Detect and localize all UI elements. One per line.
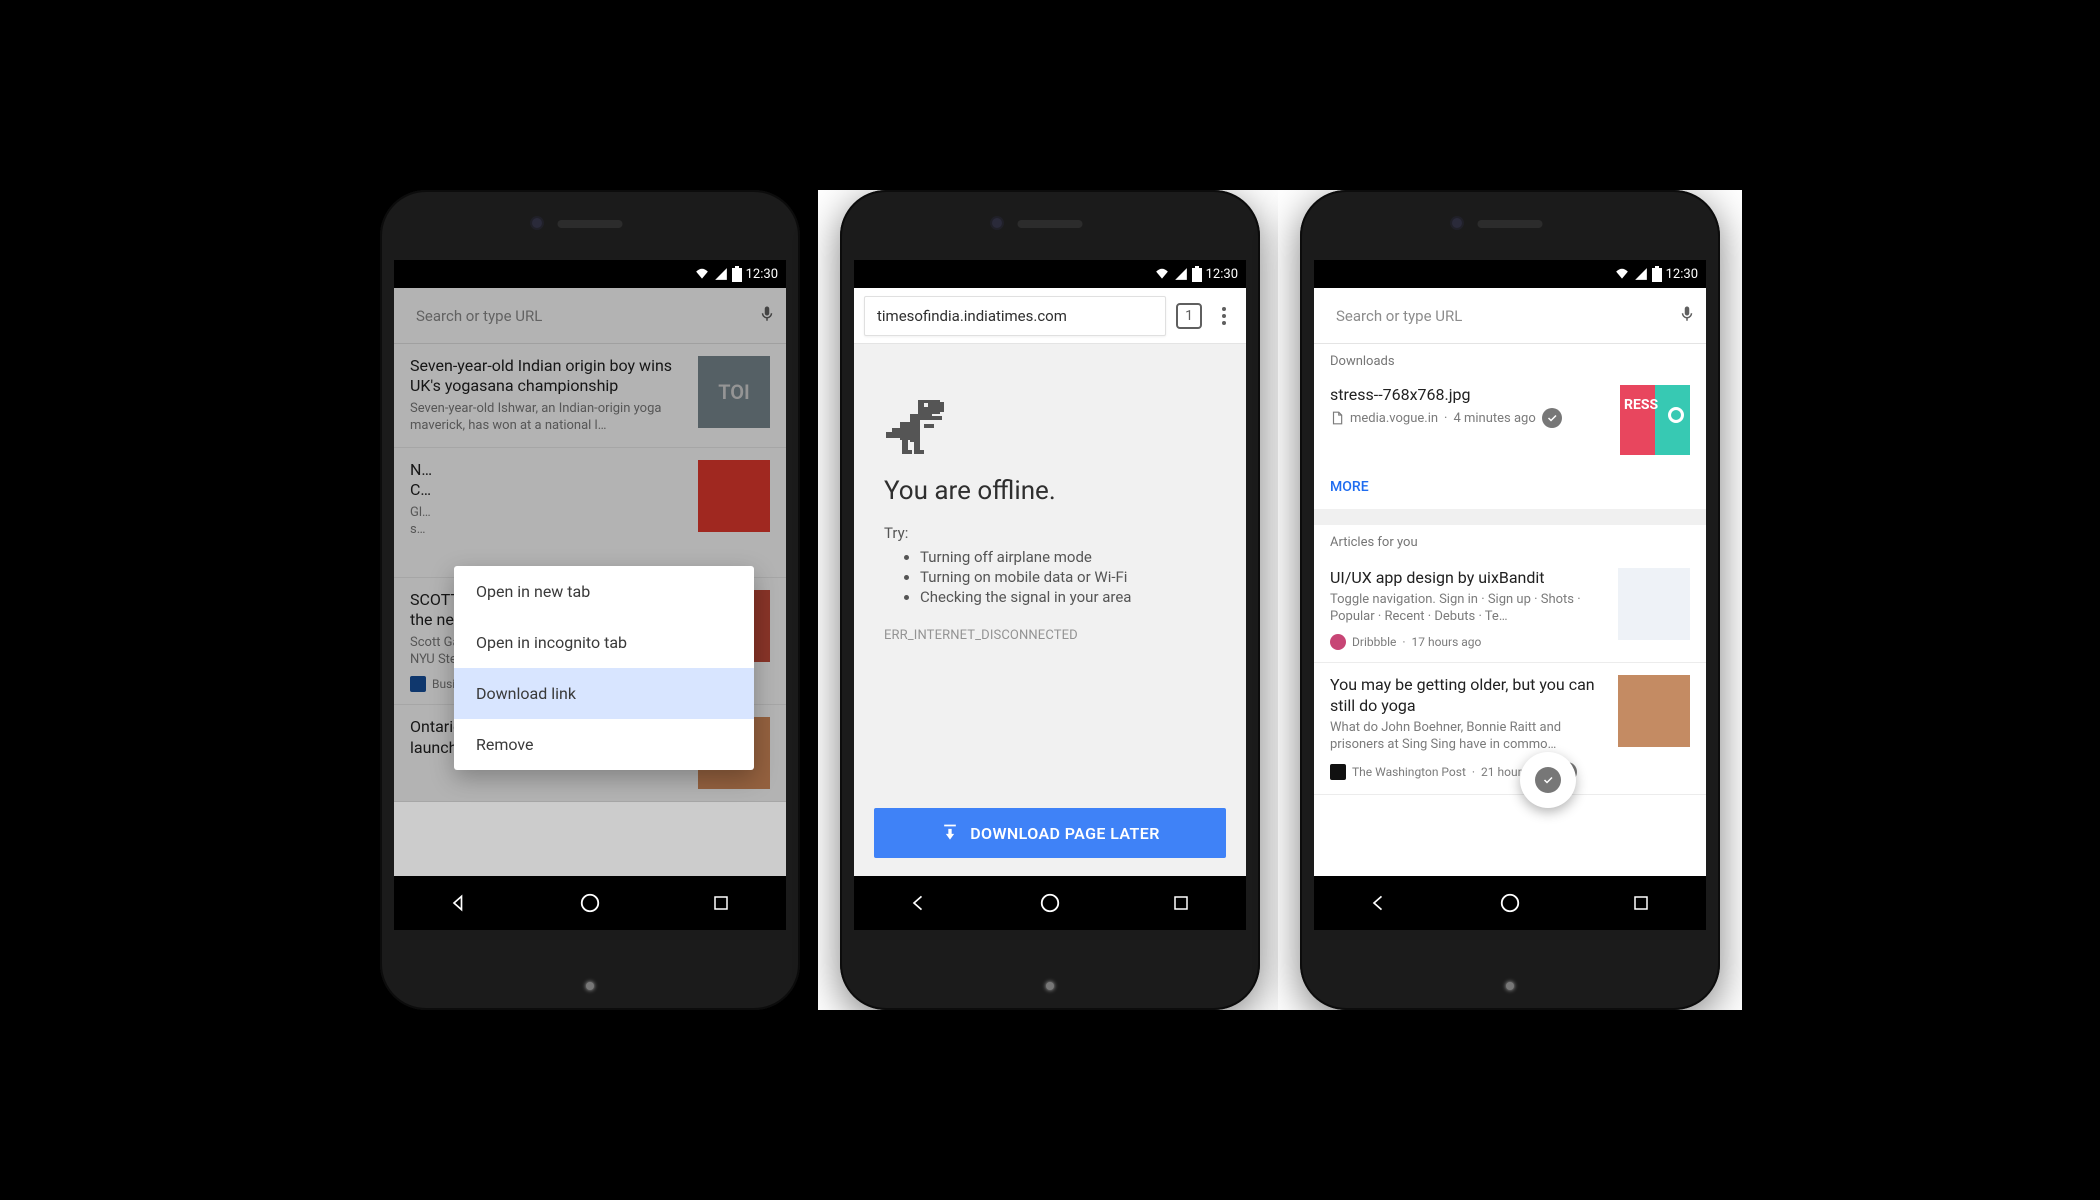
source-icon [1330,634,1346,650]
wifi-icon [1614,267,1630,281]
battery-icon [732,266,742,282]
context-menu: Open in new tab Open in incognito tab Do… [454,566,754,770]
more-link[interactable]: MORE [1314,465,1706,509]
article-thumb [698,460,770,532]
search-input[interactable]: Search or type URL [1324,296,1668,336]
download-source: media.vogue.in [1350,411,1438,426]
menu-icon[interactable] [1212,307,1236,325]
android-nav-bar [854,876,1246,930]
status-bar: 12:30 [854,260,1246,288]
recent-apps-button[interactable] [1169,891,1193,915]
offline-page: You are offline. Try: Turning off airpla… [854,344,1246,876]
status-time: 12:30 [1206,267,1238,282]
article-card[interactable]: You may be getting older, but you can st… [1314,663,1706,795]
home-button[interactable] [1498,891,1522,915]
article-thumb [1618,568,1690,640]
status-bar: 12:30 [1314,260,1706,288]
status-bar: 12:30 [394,260,786,288]
tab-switcher[interactable]: 1 [1176,303,1202,329]
offline-headline: You are offline. [884,476,1216,506]
section-divider [1314,509,1706,525]
dino-icon[interactable] [884,394,948,458]
download-page-later-button[interactable]: DOWNLOAD PAGE LATER [874,808,1226,858]
battery-icon [1192,266,1202,282]
url-bar[interactable]: timesofindia.indiatimes.com [864,296,1166,336]
wifi-icon [1154,267,1170,281]
source-icon [410,676,426,692]
try-label: Try: [884,524,1216,542]
recent-apps-button[interactable] [709,891,733,915]
recent-apps-button[interactable] [1629,891,1653,915]
mic-icon[interactable] [758,303,776,329]
menu-open-new-tab[interactable]: Open in new tab [454,566,754,617]
download-thumb: RESS [1620,385,1690,455]
back-button[interactable] [1367,891,1391,915]
download-done-fab[interactable] [1520,752,1576,808]
search-input[interactable]: Search or type URL [404,296,748,336]
signal-icon [714,267,728,281]
source-icon [1330,764,1346,780]
article-card[interactable]: Seven-year-old Indian origin boy wins UK… [394,344,786,448]
back-button[interactable] [447,891,471,915]
url-text: timesofindia.indiatimes.com [877,307,1067,325]
mic-icon[interactable] [1678,303,1696,329]
wifi-icon [694,267,710,281]
signal-icon [1634,267,1648,281]
battery-icon [1652,266,1662,282]
articles-header: Articles for you [1314,525,1706,556]
article-thumb [1618,675,1690,747]
menu-open-incognito[interactable]: Open in incognito tab [454,617,754,668]
menu-remove[interactable]: Remove [454,719,754,770]
done-badge-icon [1542,408,1562,428]
status-time: 12:30 [746,267,778,282]
status-time: 12:30 [1666,267,1698,282]
error-code: ERR_INTERNET_DISCONNECTED [884,628,1216,643]
done-badge-icon [1535,767,1561,793]
home-button[interactable] [1038,891,1062,915]
article-snippet: Seven-year-old Ishwar, an Indian-origin … [410,401,686,435]
menu-download-link[interactable]: Download link [454,668,754,719]
home-button[interactable] [578,891,602,915]
article-card[interactable]: N… C… Gl… s… [394,448,786,578]
downloads-header: Downloads [1314,344,1706,375]
download-filename: stress--768x768.jpg [1330,385,1608,404]
search-placeholder: Search or type URL [416,307,542,325]
signal-icon [1174,267,1188,281]
article-title: Seven-year-old Indian origin boy wins UK… [410,356,686,397]
article-thumb: TOI [698,356,770,428]
android-nav-bar [394,876,786,930]
android-nav-bar [1314,876,1706,930]
back-button[interactable] [907,891,931,915]
download-time: 4 minutes ago [1453,411,1535,426]
download-item[interactable]: stress--768x768.jpg media.vogue.in · 4 m… [1314,375,1706,465]
article-card[interactable]: UI/UX app design by uixBandit Toggle nav… [1314,556,1706,663]
file-icon [1330,410,1344,426]
try-list: Turning off airplane mode Turning on mob… [884,548,1216,606]
